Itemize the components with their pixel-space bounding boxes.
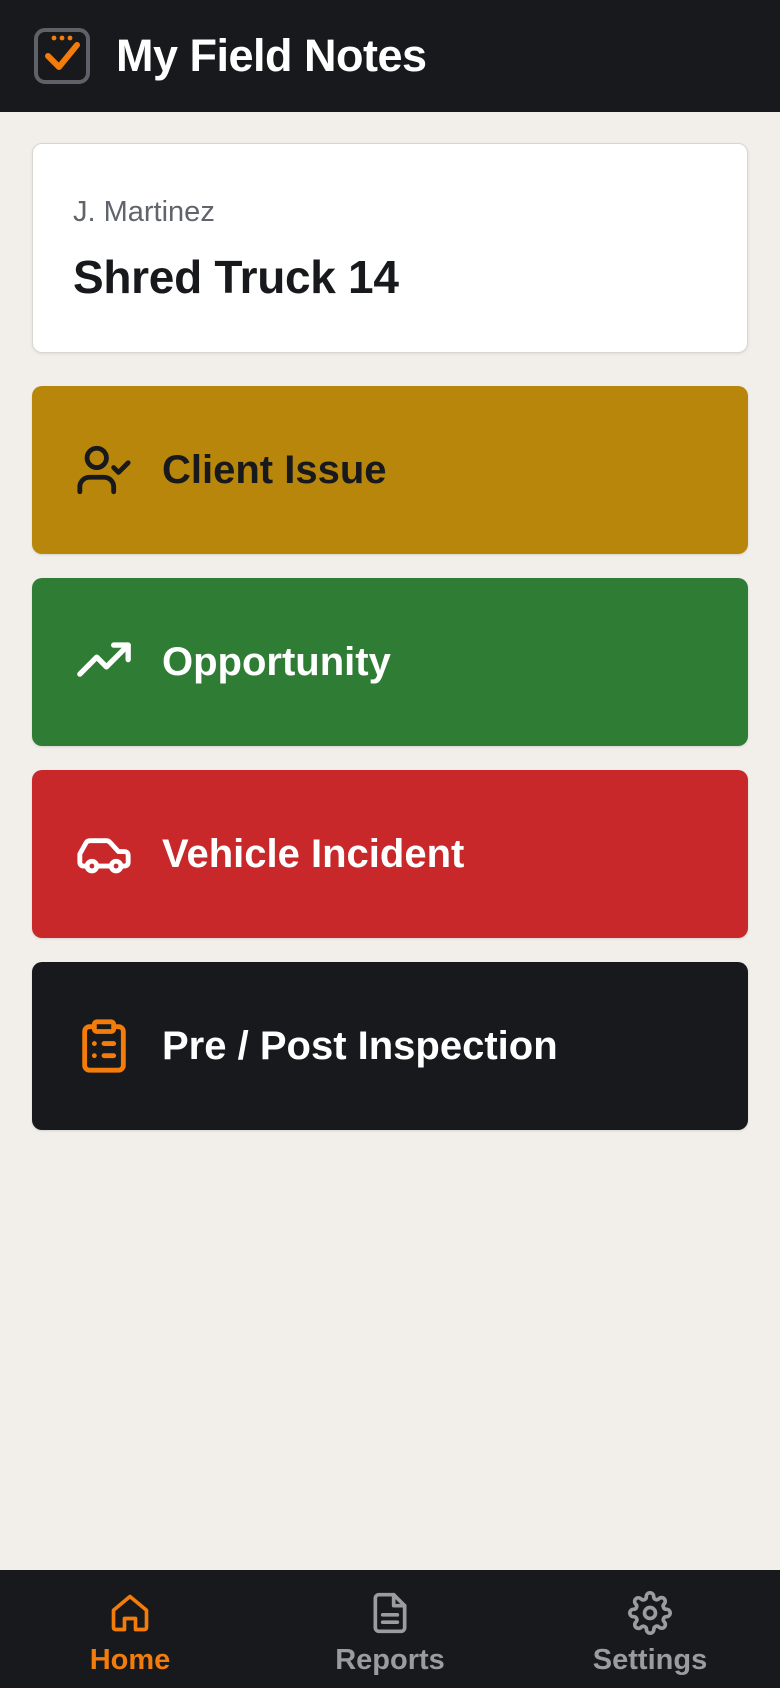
inspection-button[interactable]: Pre / Post Inspection <box>32 962 748 1130</box>
bottom-nav: Home Reports Settings <box>0 1570 780 1688</box>
vehicle-incident-button[interactable]: Vehicle Incident <box>32 770 748 938</box>
checkbox-check-icon <box>32 26 92 86</box>
client-issue-label: Client Issue <box>162 447 387 492</box>
nav-home-label: Home <box>89 1644 171 1676</box>
home-icon <box>107 1590 153 1636</box>
profile-card: J. Martinez Shred Truck 14 <box>32 143 748 353</box>
nav-settings-label: Settings <box>592 1644 708 1676</box>
nav-settings[interactable]: Settings <box>520 1570 780 1688</box>
nav-home[interactable]: Home <box>0 1570 260 1688</box>
car-icon <box>74 824 134 884</box>
client-issue-button[interactable]: Client Issue <box>32 386 748 554</box>
trending-up-icon <box>74 632 134 692</box>
user-name: J. Martinez <box>73 196 215 228</box>
document-icon <box>367 1590 413 1636</box>
gear-icon <box>627 1590 673 1636</box>
nav-reports[interactable]: Reports <box>260 1570 520 1688</box>
opportunity-label: Opportunity <box>162 639 391 684</box>
vehicle-name: Shred Truck 14 <box>73 251 399 303</box>
user-check-icon <box>74 440 134 500</box>
opportunity-button[interactable]: Opportunity <box>32 578 748 746</box>
inspection-label: Pre / Post Inspection <box>162 1023 558 1068</box>
clipboard-list-icon <box>74 1016 134 1076</box>
app-title: My Field Notes <box>116 30 427 81</box>
app-header: My Field Notes <box>0 0 780 112</box>
vehicle-incident-label: Vehicle Incident <box>162 831 465 876</box>
nav-reports-label: Reports <box>335 1644 445 1676</box>
